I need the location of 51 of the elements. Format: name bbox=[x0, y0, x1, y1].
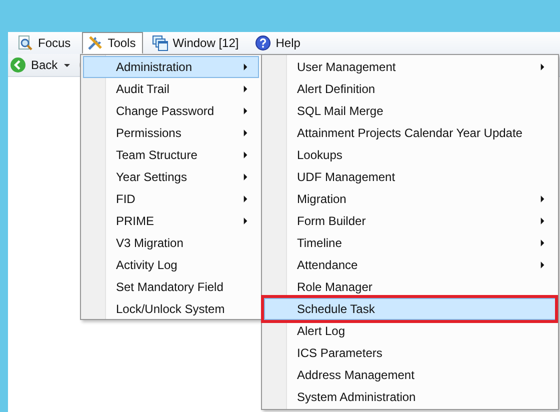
magnifier-icon bbox=[17, 35, 33, 51]
menu-item[interactable]: Timeline bbox=[264, 232, 556, 254]
submenu-arrow-icon bbox=[243, 173, 248, 181]
menu-item[interactable]: Permissions bbox=[83, 122, 259, 144]
submenu-arrow-icon bbox=[540, 261, 545, 269]
help-icon bbox=[254, 35, 271, 51]
menu-item[interactable]: FID bbox=[83, 188, 259, 210]
menu-item[interactable]: Schedule Task bbox=[264, 298, 556, 320]
menu-item[interactable]: SQL Mail Merge bbox=[264, 100, 556, 122]
submenu-arrow-icon bbox=[243, 85, 248, 93]
menu-item[interactable]: Window [12] bbox=[146, 32, 246, 54]
menu-item[interactable]: Team Structure bbox=[83, 144, 259, 166]
submenu-arrow-icon bbox=[243, 151, 248, 159]
submenu-arrow-icon bbox=[540, 195, 545, 203]
menu-item[interactable]: Alert Definition bbox=[264, 78, 556, 100]
submenu-arrow-icon bbox=[540, 217, 545, 225]
menu-item[interactable]: Form Builder bbox=[264, 210, 556, 232]
submenu-arrow-icon bbox=[243, 107, 248, 115]
menu-item[interactable]: Role Manager bbox=[264, 276, 556, 298]
menu-item[interactable]: Audit Trail bbox=[83, 78, 259, 100]
menu-item[interactable]: Administration bbox=[83, 56, 259, 78]
menu-item[interactable]: Lookups bbox=[264, 144, 556, 166]
menu-item[interactable]: Help bbox=[250, 32, 308, 54]
menu-item[interactable]: PRIME bbox=[83, 210, 259, 232]
submenu-arrow-icon bbox=[243, 129, 248, 137]
submenu-arrow-icon bbox=[540, 239, 545, 247]
submenu-arrow-icon bbox=[243, 195, 248, 203]
menu-item[interactable]: V3 Migration bbox=[83, 232, 259, 254]
menu-item[interactable]: Address Management bbox=[264, 364, 556, 386]
submenu-arrow-icon bbox=[243, 63, 248, 71]
menu-item[interactable]: Change Password bbox=[83, 100, 259, 122]
windows-icon bbox=[152, 35, 168, 51]
menu-item[interactable]: System Administration bbox=[264, 386, 556, 408]
submenu-arrow-icon bbox=[540, 63, 545, 71]
menu-item[interactable]: Tools bbox=[82, 32, 143, 54]
menu-item[interactable]: Migration bbox=[264, 188, 556, 210]
menu-item[interactable]: Attainment Projects Calendar Year Update bbox=[264, 122, 556, 144]
back-button[interactable]: Back bbox=[10, 57, 75, 73]
menu-item[interactable]: Alert Log bbox=[264, 320, 556, 342]
menu-item[interactable]: ICS Parameters bbox=[264, 342, 556, 364]
tools-icon bbox=[86, 35, 103, 51]
menu-item[interactable]: Focus bbox=[12, 32, 78, 54]
menu-item[interactable]: Year Settings bbox=[83, 166, 259, 188]
menu-item[interactable]: Activity Log bbox=[83, 254, 259, 276]
menu-item[interactable]: User Management bbox=[264, 56, 556, 78]
submenu-arrow-icon bbox=[243, 217, 248, 225]
menu-item[interactable]: UDF Management bbox=[264, 166, 556, 188]
caret-icon bbox=[62, 61, 71, 69]
menu-item[interactable]: Lock/Unlock System bbox=[83, 298, 259, 320]
menu-item[interactable]: Attendance bbox=[264, 254, 556, 276]
menu-item[interactable]: Set Mandatory Field bbox=[83, 276, 259, 298]
